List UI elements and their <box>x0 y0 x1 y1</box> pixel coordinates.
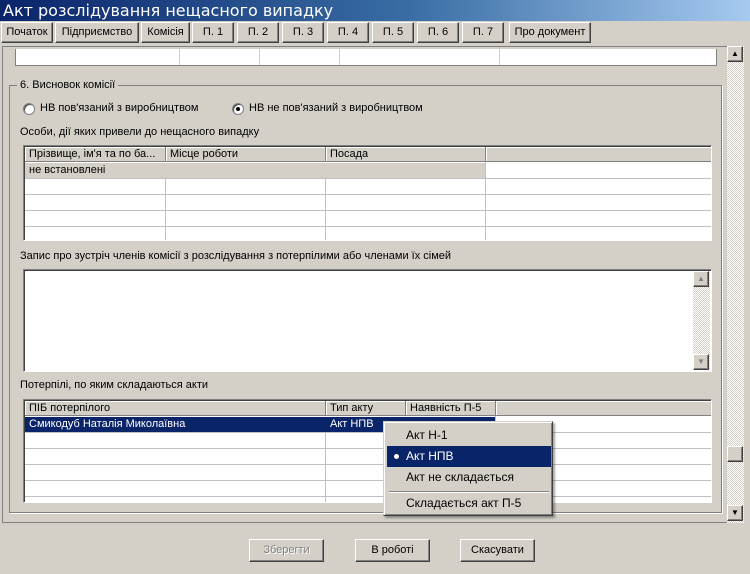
tab-start[interactable]: Початок <box>1 22 53 43</box>
tab-p7[interactable]: П. 7 <box>462 22 504 43</box>
victims-col-act-type[interactable]: Тип акту <box>326 401 406 416</box>
menu-item-act-npv-label: Акт НПВ <box>406 449 454 463</box>
victims-col-empty <box>496 401 711 416</box>
radio-related-button[interactable] <box>23 103 35 115</box>
in-work-button[interactable]: В роботі <box>355 539 430 562</box>
cancel-button[interactable]: Скасувати <box>460 539 535 562</box>
victims-col-p5[interactable]: Наявність П-5 <box>406 401 496 416</box>
scroll-down-icon[interactable]: ▼ <box>693 354 709 370</box>
scroll-thumb[interactable] <box>727 446 743 462</box>
persons-label: Особи, дії яких привели до нещасного вип… <box>20 126 260 138</box>
meeting-label: Запис про зустріч членів комісії з розсл… <box>20 250 452 262</box>
tab-enterprise[interactable]: Підприємство <box>55 22 139 43</box>
table-row[interactable]: не встановлені <box>25 163 486 178</box>
form-scrollbar[interactable]: ▲ ▼ <box>727 46 744 523</box>
tab-about-document[interactable]: Про документ <box>509 22 591 43</box>
form-content: 6. Висновок комісії НВ пов'язаний з виро… <box>2 46 727 523</box>
tab-p6[interactable]: П. 6 <box>417 22 459 43</box>
persons-col-name[interactable]: Прізвище, ім'я та по ба... <box>25 147 166 162</box>
previous-section-grid[interactable] <box>15 49 717 66</box>
tab-p4[interactable]: П. 4 <box>327 22 369 43</box>
radio-related-label[interactable]: НВ пов'язаний з виробництвом <box>40 102 198 114</box>
tab-p3[interactable]: П. 3 <box>282 22 324 43</box>
persons-cell-name: не встановлені <box>29 164 106 176</box>
victims-label: Потерпілі, по яким складаються акти <box>20 379 209 391</box>
scroll-down-icon[interactable]: ▼ <box>727 505 743 521</box>
meeting-scrollbar[interactable]: ▲ ▼ <box>693 271 710 370</box>
tab-p1[interactable]: П. 1 <box>192 22 234 43</box>
save-button[interactable]: Зберегти <box>249 539 324 562</box>
selected-bullet-icon <box>394 454 399 459</box>
menu-item-act-p5[interactable]: Складається акт П-5 <box>387 493 551 514</box>
persons-col-workplace[interactable]: Місце роботи <box>166 147 326 162</box>
tab-p2[interactable]: П. 2 <box>237 22 279 43</box>
menu-item-act-n1[interactable]: Акт Н-1 <box>387 425 551 446</box>
scroll-up-icon[interactable]: ▲ <box>727 46 743 62</box>
victims-col-name[interactable]: ПІБ потерпілого <box>25 401 326 416</box>
section-title: 6. Висновок комісії <box>17 79 119 91</box>
victim-cell-act-type[interactable]: Акт НПВ <box>326 417 374 431</box>
tab-p5[interactable]: П. 5 <box>372 22 414 43</box>
scroll-up-icon[interactable]: ▲ <box>693 271 709 287</box>
radio-unrelated-label[interactable]: НВ не пов'язаний з виробництвом <box>249 102 423 114</box>
persons-col-empty <box>486 147 711 162</box>
window-title: Акт розслідування нещасного випадку <box>0 0 750 21</box>
persons-col-position[interactable]: Посада <box>326 147 486 162</box>
meeting-textarea[interactable]: ▲ ▼ <box>23 269 712 372</box>
victim-cell-name: Смикодуб Наталія Миколаївна <box>29 418 186 430</box>
menu-item-no-act[interactable]: Акт не складається <box>387 467 551 488</box>
radio-unrelated-button[interactable] <box>232 103 244 115</box>
persons-grid[interactable]: Прізвище, ім'я та по ба... Місце роботи … <box>23 145 712 241</box>
menu-item-act-npv[interactable]: Акт НПВ <box>387 446 551 467</box>
tab-commission[interactable]: Комісія <box>141 22 190 43</box>
act-type-dropdown-menu[interactable]: Акт Н-1 Акт НПВ Акт не складається Склад… <box>383 421 553 516</box>
toolbar: Початок Підприємство Комісія П. 1 П. 2 П… <box>0 21 750 45</box>
victims-grid[interactable]: ПІБ потерпілого Тип акту Наявність П-5 С… <box>23 399 712 503</box>
